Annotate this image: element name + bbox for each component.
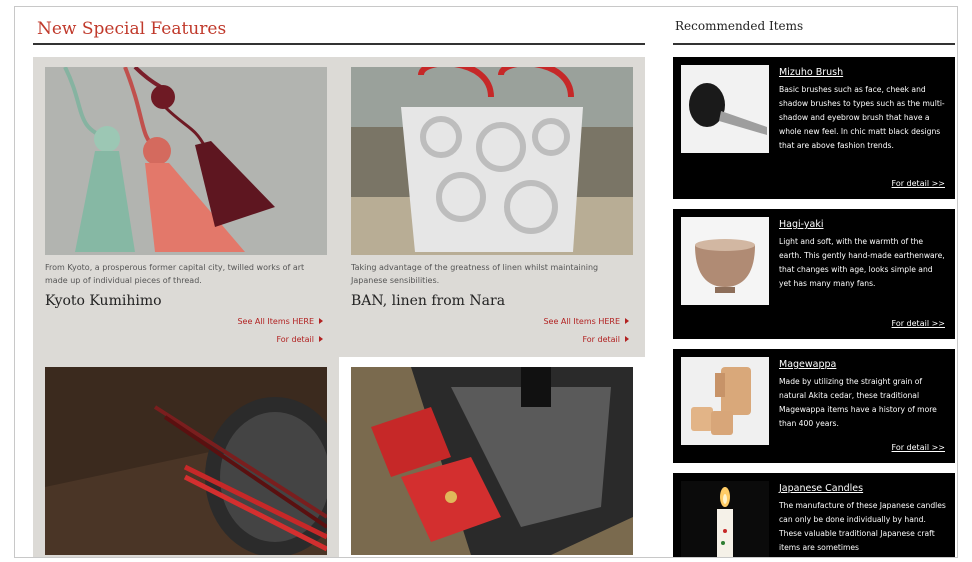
detail-label: For detail bbox=[276, 335, 314, 344]
recommended-item-magewappa: Magewappa Made by utilizing the straight… bbox=[673, 349, 955, 463]
hagi-yaki-description: Light and soft, with the warmth of the e… bbox=[779, 237, 945, 288]
linen-description: Taking advantage of the greatness of lin… bbox=[351, 263, 599, 285]
detail-label: For detail bbox=[582, 335, 620, 344]
hagi-yaki-title[interactable]: Hagi-yaki bbox=[779, 219, 823, 230]
linen-title[interactable]: BAN, linen from Nara bbox=[351, 293, 505, 309]
recommended-section: Recommended Items Mizuho Brush Basic bru… bbox=[673, 7, 957, 557]
kumihimo-description: From Kyoto, a prosperous former capital … bbox=[45, 263, 305, 285]
feature-card-linen: Taking advantage of the greatness of lin… bbox=[339, 57, 645, 357]
mizuho-description: Basic brushes such as face, cheek and sh… bbox=[779, 85, 945, 150]
see-all-label: See All Items HERE bbox=[543, 317, 620, 326]
magewappa-thumbnail[interactable] bbox=[681, 357, 769, 445]
recommended-item-mizuho: Mizuho Brush Basic brushes such as face,… bbox=[673, 57, 955, 199]
kumihimo-see-all-link[interactable]: See All Items HERE bbox=[237, 317, 323, 326]
features-heading: New Special Features bbox=[37, 19, 227, 39]
recommended-item-candles: Japanese Candles The manufacture of thes… bbox=[673, 473, 955, 557]
features-section: New Special Features From Kyoto, a prosp… bbox=[33, 7, 645, 557]
recommended-heading: Recommended Items bbox=[675, 19, 804, 33]
kumihimo-title[interactable]: Kyoto Kumihimo bbox=[45, 293, 162, 309]
arrow-right-icon bbox=[319, 318, 323, 324]
feature-card-irori bbox=[339, 357, 645, 557]
hagi-yaki-thumbnail[interactable] bbox=[681, 217, 769, 305]
hagi-yaki-detail-link[interactable]: For detail >> bbox=[892, 319, 945, 328]
candles-description: The manufacture of these Japanese candle… bbox=[779, 501, 946, 552]
mizuho-detail-link[interactable]: For detail >> bbox=[892, 179, 945, 188]
chopsticks-photo[interactable] bbox=[45, 367, 327, 555]
irori-photo[interactable] bbox=[351, 367, 633, 555]
see-all-label: See All Items HERE bbox=[237, 317, 314, 326]
linen-bag-photo[interactable] bbox=[351, 67, 633, 255]
recommended-item-hagi-yaki: Hagi-yaki Light and soft, with the warmt… bbox=[673, 209, 955, 339]
feature-card-chopsticks bbox=[33, 357, 339, 557]
kumihimo-photo[interactable] bbox=[45, 67, 327, 255]
mizuho-thumbnail[interactable] bbox=[681, 65, 769, 153]
linen-see-all-link[interactable]: See All Items HERE bbox=[543, 317, 629, 326]
features-divider bbox=[33, 43, 645, 45]
page-frame: New Special Features From Kyoto, a prosp… bbox=[14, 6, 958, 558]
arrow-right-icon bbox=[319, 336, 323, 342]
magewappa-detail-link[interactable]: For detail >> bbox=[892, 443, 945, 452]
mizuho-title[interactable]: Mizuho Brush bbox=[779, 67, 843, 78]
recommended-divider bbox=[673, 43, 955, 45]
arrow-right-icon bbox=[625, 336, 629, 342]
candles-title[interactable]: Japanese Candles bbox=[779, 483, 863, 494]
candles-thumbnail[interactable] bbox=[681, 481, 769, 557]
kumihimo-detail-link[interactable]: For detail bbox=[276, 335, 323, 344]
magewappa-title[interactable]: Magewappa bbox=[779, 359, 836, 370]
feature-card-kumihimo: From Kyoto, a prosperous former capital … bbox=[33, 57, 339, 357]
magewappa-description: Made by utilizing the straight grain of … bbox=[779, 377, 937, 428]
arrow-right-icon bbox=[625, 318, 629, 324]
linen-detail-link[interactable]: For detail bbox=[582, 335, 629, 344]
